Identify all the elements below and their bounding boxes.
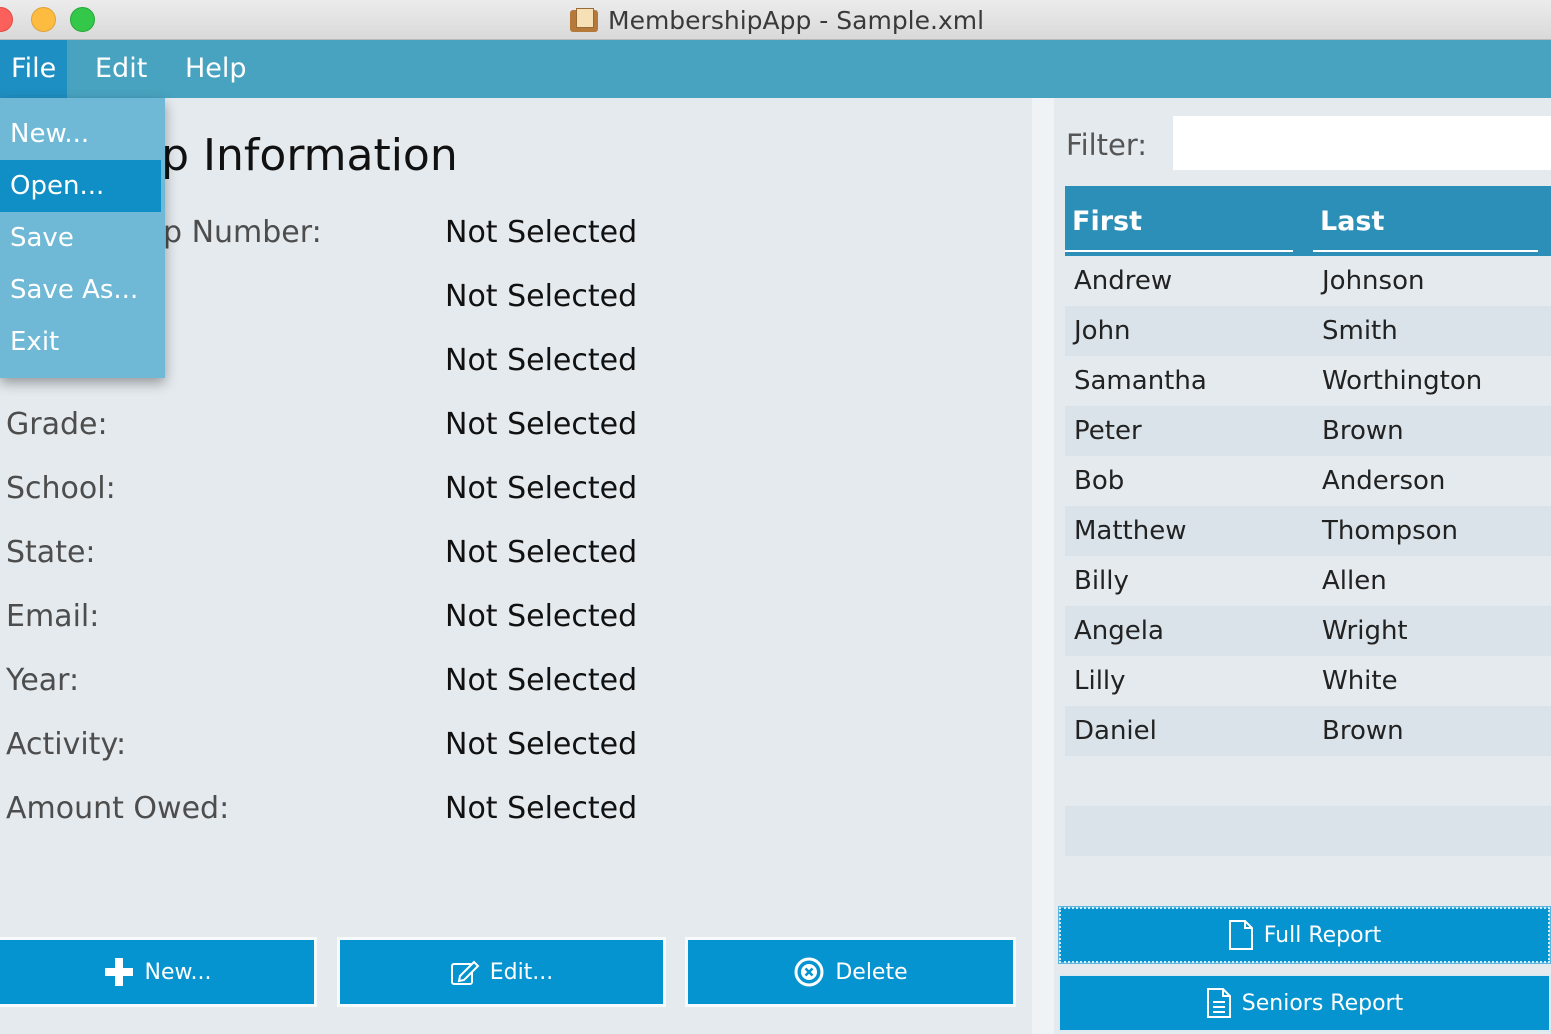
field-value-number: Not Selected (445, 215, 638, 250)
field-value-activity: Not Selected (445, 727, 638, 762)
title-bar: MembershipApp - Sample.xml (0, 0, 1551, 40)
cell-first: Peter (1074, 416, 1142, 446)
table-row-empty (1065, 856, 1551, 902)
menu-edit[interactable]: Edit (84, 40, 158, 98)
edit-member-button[interactable]: Edit... (337, 937, 666, 1007)
field-label-state: State: (6, 535, 96, 570)
column-header-last[interactable]: Last (1313, 186, 1538, 252)
filter-input[interactable] (1173, 116, 1551, 170)
split-pane-divider[interactable] (1032, 98, 1054, 1034)
field-label-grade: Grade: (6, 407, 108, 442)
cell-last: Anderson (1322, 466, 1446, 496)
field-value-state: Not Selected (445, 535, 638, 570)
delete-circle-icon (793, 956, 825, 988)
menu-file[interactable]: File (0, 40, 68, 98)
cell-last: Worthington (1322, 366, 1483, 396)
table-row[interactable]: John Smith (1065, 306, 1551, 356)
column-header-first[interactable]: First (1065, 186, 1293, 252)
field-value-year: Not Selected (445, 663, 638, 698)
cell-last: Brown (1322, 416, 1404, 446)
document-icon (1228, 919, 1254, 951)
table-row-empty (1065, 756, 1551, 806)
seniors-report-button[interactable]: Seniors Report (1058, 974, 1551, 1032)
cell-first: Matthew (1074, 516, 1187, 546)
table-row[interactable]: Bob Anderson (1065, 456, 1551, 506)
cell-last: Brown (1322, 716, 1404, 746)
cell-first: Andrew (1074, 266, 1173, 296)
cell-first: Lilly (1074, 666, 1126, 696)
menu-help[interactable]: Help (174, 40, 258, 98)
field-label-activity: Activity: (6, 727, 127, 762)
full-report-button[interactable]: Full Report (1058, 906, 1551, 964)
field-label-school: School: (6, 471, 116, 506)
members-table[interactable]: First Last Andrew Johnson John Smith Sam… (1065, 186, 1551, 902)
menu-bar: File Edit Help (0, 40, 1551, 98)
menu-item-new[interactable]: New... (0, 108, 161, 160)
field-value-email: Not Selected (445, 599, 638, 634)
table-row[interactable]: Lilly White (1065, 656, 1551, 706)
cell-last: Wright (1322, 616, 1408, 646)
table-row[interactable]: Samantha Worthington (1065, 356, 1551, 406)
edit-member-label: Edit... (489, 959, 554, 985)
field-label-email: Email: (6, 599, 100, 634)
cell-first: Billy (1074, 566, 1129, 596)
delete-member-label: Delete (835, 959, 908, 985)
field-label-amount-owed: Amount Owed: (6, 791, 230, 826)
cell-first: Samantha (1074, 366, 1207, 396)
app-icon (570, 8, 598, 32)
menu-item-exit[interactable]: Exit (0, 316, 161, 368)
field-label-number: p Number: (163, 215, 322, 250)
window-title-text: MembershipApp - Sample.xml (608, 5, 985, 35)
minimize-window-button[interactable] (31, 7, 56, 32)
field-value-grade: Not Selected (445, 407, 638, 442)
window-title: MembershipApp - Sample.xml (570, 4, 984, 36)
table-row[interactable]: Andrew Johnson (1065, 256, 1551, 306)
field-label-year: Year: (6, 663, 80, 698)
field-value-2: Not Selected (445, 279, 638, 314)
cell-first: Angela (1074, 616, 1164, 646)
cell-first: John (1074, 316, 1131, 346)
table-row[interactable]: Daniel Brown (1065, 706, 1551, 756)
seniors-report-label: Seniors Report (1241, 990, 1404, 1016)
zoom-window-button[interactable] (70, 7, 95, 32)
cell-first: Daniel (1074, 716, 1157, 746)
table-header: First Last (1065, 186, 1551, 256)
cell-last: Johnson (1322, 266, 1425, 296)
full-report-label: Full Report (1263, 922, 1382, 948)
table-row-empty (1065, 806, 1551, 856)
table-row[interactable]: Angela Wright (1065, 606, 1551, 656)
new-member-label: New... (144, 959, 212, 985)
edit-icon (450, 958, 480, 986)
field-value-3: Not Selected (445, 343, 638, 378)
file-menu-dropdown: New... Open... Save Save As... Exit (0, 98, 165, 378)
delete-member-button[interactable]: Delete (685, 937, 1016, 1007)
menu-item-save-as[interactable]: Save As... (0, 264, 161, 316)
new-member-button[interactable]: New... (0, 937, 317, 1007)
cell-last: Thompson (1322, 516, 1459, 546)
text-document-icon (1206, 987, 1232, 1019)
cell-last: Allen (1322, 566, 1387, 596)
plus-icon (103, 956, 135, 988)
cell-first: Bob (1074, 466, 1125, 496)
cell-last: White (1322, 666, 1398, 696)
cell-last: Smith (1322, 316, 1398, 346)
table-row[interactable]: Matthew Thompson (1065, 506, 1551, 556)
close-window-button[interactable] (0, 7, 13, 32)
menu-item-save[interactable]: Save (0, 212, 161, 264)
field-value-amount-owed: Not Selected (445, 791, 638, 826)
table-row[interactable]: Peter Brown (1065, 406, 1551, 456)
field-value-school: Not Selected (445, 471, 638, 506)
filter-label: Filter: (1066, 128, 1148, 162)
menu-item-open[interactable]: Open... (0, 160, 161, 212)
table-row[interactable]: Billy Allen (1065, 556, 1551, 606)
